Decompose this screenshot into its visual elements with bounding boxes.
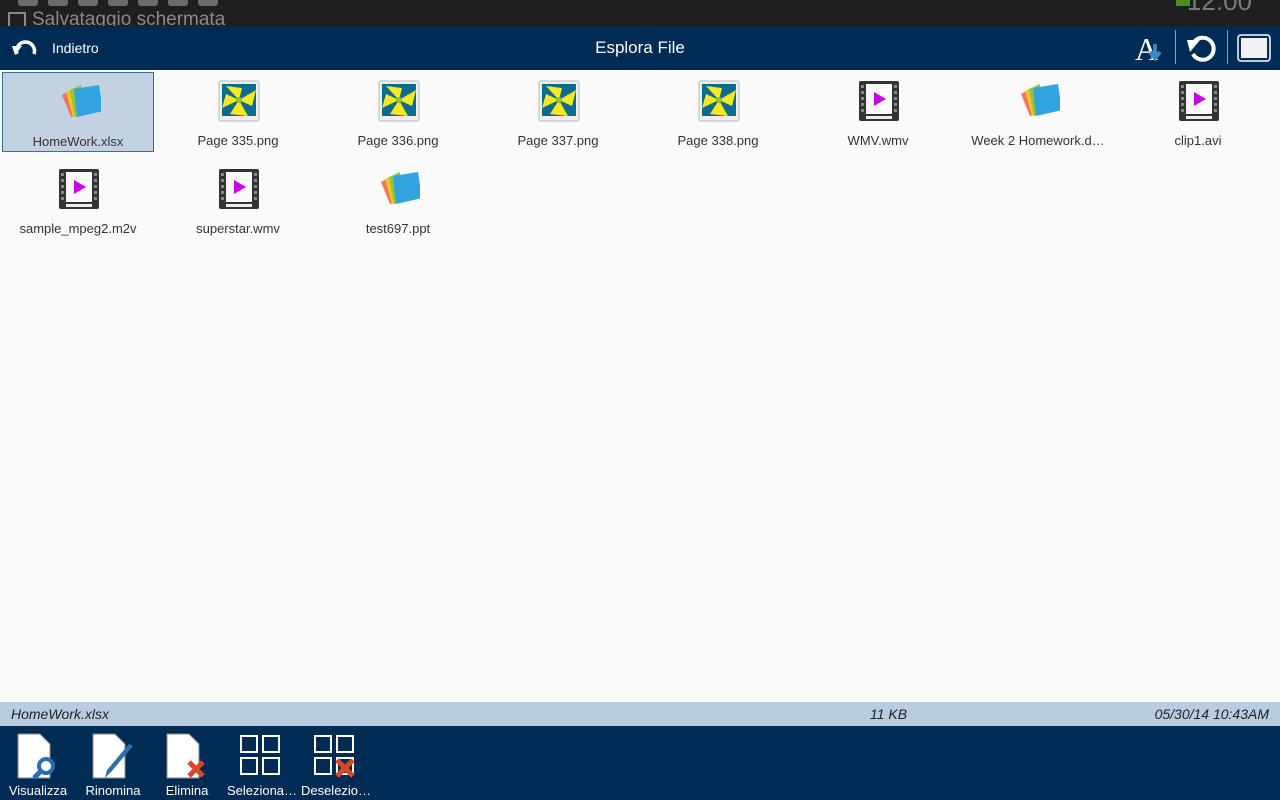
file-name: sample_mpeg2.m2v xyxy=(19,221,137,236)
office-file-icon xyxy=(1018,80,1062,122)
file-item[interactable]: Page 338.png xyxy=(642,72,794,152)
file-item[interactable]: superstar.wmv xyxy=(162,160,314,240)
seleziona-button[interactable]: Seleziona… xyxy=(224,726,300,800)
file-name: test697.ppt xyxy=(365,221,431,236)
deselezio-button[interactable]: Deselezio… xyxy=(298,726,374,800)
file-name: WMV.wmv xyxy=(847,133,909,148)
file-item[interactable]: WMV.wmv xyxy=(802,72,954,152)
window-icon xyxy=(1237,34,1271,62)
notification-icons xyxy=(18,0,218,6)
file-name: Week 2 Homework.d… xyxy=(971,133,1105,148)
sort-button[interactable]: A xyxy=(1132,32,1168,64)
toolbar-label: Visualizza xyxy=(8,783,68,798)
file-item[interactable]: Week 2 Homework.d… xyxy=(962,72,1114,152)
file-name: Page 336.png xyxy=(357,133,439,148)
video-file-icon xyxy=(858,80,900,122)
divider xyxy=(1227,30,1228,64)
elimina-button[interactable]: Elimina xyxy=(149,726,225,800)
app-header: Indietro Esplora File A xyxy=(0,26,1280,70)
video-file-icon xyxy=(58,168,100,210)
selected-file-date: 05/30/14 10:43AM xyxy=(1154,706,1269,722)
visualizza-button[interactable]: Visualizza xyxy=(0,726,76,800)
page-title: Esplora File xyxy=(595,38,685,57)
file-grid: HomeWork.xlsx Page 335.png Page 336.png Pag… xyxy=(0,70,1280,702)
toolbar-label: Rinomina xyxy=(85,783,141,798)
file-name: superstar.wmv xyxy=(196,221,280,236)
rinomina-button[interactable]: Rinomina xyxy=(75,726,151,800)
image-file-icon xyxy=(698,80,740,122)
file-name: clip1.avi xyxy=(1174,133,1222,148)
file-item[interactable]: sample_mpeg2.m2v xyxy=(2,160,154,240)
selected-file-size: 11 KB xyxy=(870,706,908,722)
file-item[interactable]: Page 336.png xyxy=(322,72,474,152)
file-name: HomeWork.xlsx xyxy=(32,134,124,149)
video-file-icon xyxy=(1178,80,1220,122)
file-item[interactable]: HomeWork.xlsx xyxy=(2,72,154,152)
window-button[interactable] xyxy=(1237,32,1271,64)
refresh-button[interactable] xyxy=(1184,32,1220,64)
image-file-icon xyxy=(218,80,260,122)
image-file-icon xyxy=(378,80,420,122)
image-file-icon xyxy=(538,80,580,122)
selected-file-name: HomeWork.xlsx xyxy=(11,706,110,722)
file-name: Page 338.png xyxy=(677,133,759,148)
office-file-icon xyxy=(59,81,103,123)
selection-info-bar: HomeWork.xlsx 11 KB 05/30/14 10:43AM xyxy=(0,702,1280,726)
image-icon xyxy=(8,12,26,26)
sort-az-icon: A xyxy=(1135,32,1162,64)
file-item[interactable]: Page 335.png xyxy=(162,72,314,152)
clock: 12:00 xyxy=(1186,0,1252,16)
file-item[interactable]: clip1.avi xyxy=(1122,72,1274,152)
office-file-icon xyxy=(378,168,422,210)
notification-text: Salvataggio schermata xyxy=(32,9,226,26)
refresh-icon xyxy=(1187,35,1216,62)
toolbar-label: Deselezio… xyxy=(300,783,372,798)
file-name: Page 337.png xyxy=(517,133,599,148)
screenshot-notification[interactable]: Salvataggio schermata xyxy=(8,9,225,26)
toolbar-label: Elimina xyxy=(165,783,209,798)
file-item[interactable]: Page 337.png xyxy=(482,72,634,152)
video-file-icon xyxy=(218,168,260,210)
action-toolbar: Visualizza Rinomina Elimina Seleziona… Desel… xyxy=(0,726,1280,800)
system-status-bar: Salvataggio schermata 12:00 xyxy=(0,0,1280,26)
toolbar-label: Seleziona… xyxy=(226,783,298,798)
divider xyxy=(1175,30,1176,64)
file-item[interactable]: test697.ppt xyxy=(322,160,474,240)
file-name: Page 335.png xyxy=(197,133,279,148)
